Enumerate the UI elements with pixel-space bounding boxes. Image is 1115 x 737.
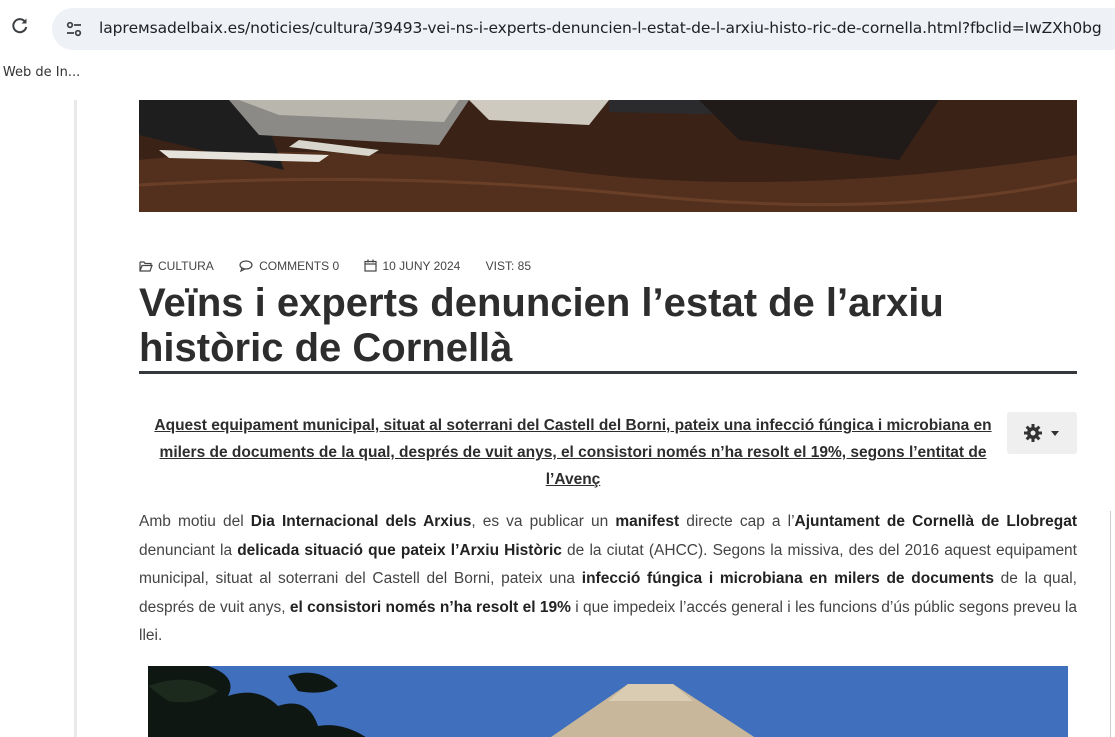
meta-views: VIST: 85 [485,258,532,273]
meta-category[interactable]: CULTURA [139,259,214,273]
body-bold: manifest [615,513,680,530]
article-title: Veïns i experts denuncien l’estat de l’a… [139,281,944,370]
chevron-down-icon [1051,431,1059,436]
folder-open-icon [139,261,153,272]
meta-category-label: CULTURA [158,258,214,273]
title-underline [139,371,1077,374]
article-lead: Aquest equipament municipal, situat al s… [154,417,992,488]
article-photo [148,666,1068,737]
meta-comments[interactable]: COMMENTS 0 [239,259,339,273]
right-divider [1110,511,1111,737]
body-bold: Ajuntament de Cornellà de Llobregat [794,513,1077,530]
meta-date: 10 JUNY 2024 [364,259,460,273]
body-text: denunciant la [139,541,238,559]
reload-icon[interactable] [10,16,30,36]
url-text[interactable]: laprемsadelbaix.es/noticies/cultura/3949… [99,19,1102,37]
tune-icon[interactable] [64,19,84,39]
page-content: CULTURA COMMENTS 0 10 JUNY 2024 VIST: 85… [0,90,1115,737]
comments-icon [239,260,253,273]
gear-icon [1024,424,1042,442]
hero-image [139,100,1077,212]
bookmark-item[interactable]: s Web de In... [0,65,80,80]
address-bar[interactable]: laprемsadelbaix.es/noticies/cultura/3949… [52,8,1115,50]
body-bold: infecció fúngica i microbiana en milers … [581,570,994,587]
body-text: directe cap a l’ [679,513,795,530]
body-text: , es va publicar un [471,513,616,530]
bookmarks-bar: s Web de In... [0,60,1115,90]
article-body: Amb motiu del Dia Internacional dels Arx… [139,508,1077,651]
body-bold: el consistori només n’ha resolt el 19% [289,598,571,616]
left-divider [74,100,77,737]
meta-date-label: 10 JUNY 2024 [382,258,461,273]
body-bold: Dia Internacional dels Arxius [250,513,472,530]
meta-comments-label: COMMENTS 0 [259,258,340,273]
article-tools-button[interactable] [1007,412,1077,454]
calendar-icon [364,259,378,272]
article-meta: CULTURA COMMENTS 0 10 JUNY 2024 VIST: 85 [139,258,553,273]
body-text: Amb motiu del [139,513,251,530]
browser-toolbar: laprемsadelbaix.es/noticies/cultura/3949… [0,0,1115,60]
body-bold: delicada situació que pateix l’Arxiu His… [237,541,562,559]
